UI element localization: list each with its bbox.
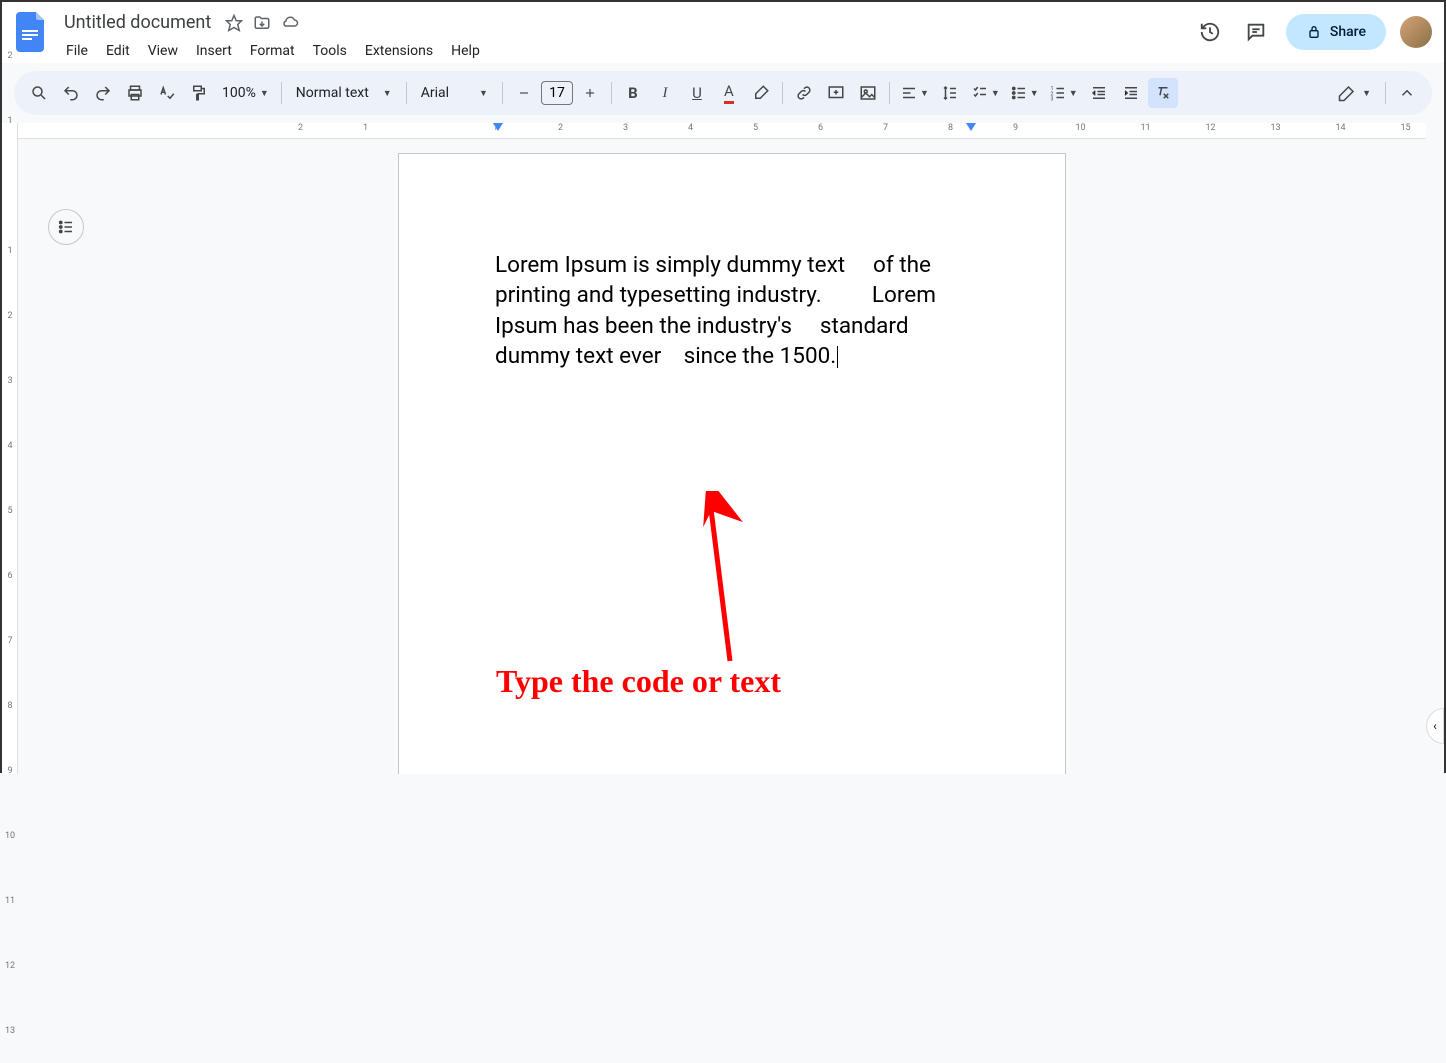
document-title[interactable]: Untitled document (58, 10, 217, 35)
menu-extensions[interactable]: Extensions (357, 39, 441, 63)
text-color-icon[interactable]: A (714, 78, 744, 108)
decrease-font-icon[interactable] (509, 78, 539, 108)
zoom-select[interactable]: 100%▼ (216, 78, 275, 108)
menu-insert[interactable]: Insert (188, 39, 240, 63)
menu-file[interactable]: File (58, 39, 96, 63)
insert-link-icon[interactable] (789, 78, 819, 108)
menubar: File Edit View Insert Format Tools Exten… (58, 35, 1194, 63)
toolbar: 100%▼ Normal text▼ Arial▼ 17 B I U A ▼ ▼… (14, 71, 1432, 115)
menu-edit[interactable]: Edit (98, 39, 138, 63)
menu-tools[interactable]: Tools (305, 39, 355, 63)
annotation-text: Type the code or text (496, 663, 781, 700)
spellcheck-icon[interactable] (152, 78, 182, 108)
horizontal-ruler: 21123456789101112131415 (18, 123, 1426, 139)
menu-view[interactable]: View (140, 39, 186, 63)
highlight-icon[interactable] (746, 78, 776, 108)
share-label: Share (1330, 24, 1366, 40)
clear-formatting-icon[interactable] (1148, 78, 1178, 108)
paragraph-style-select[interactable]: Normal text▼ (288, 78, 400, 108)
add-comment-icon[interactable] (821, 78, 851, 108)
bulleted-list-icon[interactable]: ▼ (1006, 78, 1043, 108)
align-icon[interactable]: ▼ (896, 78, 933, 108)
avatar[interactable] (1400, 16, 1432, 48)
star-icon[interactable] (225, 14, 243, 32)
document-outline-icon[interactable] (48, 209, 84, 245)
redo-icon[interactable] (88, 78, 118, 108)
search-icon[interactable] (24, 78, 54, 108)
collapse-toolbar-icon[interactable] (1392, 78, 1422, 108)
paint-format-icon[interactable] (184, 78, 214, 108)
text-cursor (837, 346, 838, 368)
print-icon[interactable] (120, 78, 150, 108)
checklist-icon[interactable]: ▼ (967, 78, 1004, 108)
share-button[interactable]: Share (1286, 14, 1386, 50)
cloud-status-icon[interactable] (281, 14, 299, 32)
move-icon[interactable] (253, 14, 271, 32)
increase-indent-icon[interactable] (1116, 78, 1146, 108)
undo-icon[interactable] (56, 78, 86, 108)
numbered-list-icon[interactable]: 123▼ (1045, 78, 1082, 108)
underline-icon[interactable]: U (682, 78, 712, 108)
decrease-indent-icon[interactable] (1084, 78, 1114, 108)
bold-icon[interactable]: B (618, 78, 648, 108)
show-side-panel-icon[interactable]: ‹ (1426, 708, 1444, 744)
document-content[interactable]: Lorem Ipsum is simply dummy text of the … (495, 250, 969, 372)
google-docs-icon[interactable] (14, 8, 50, 56)
vertical-ruler: 2112345678910111213 (2, 123, 18, 774)
menu-format[interactable]: Format (242, 39, 303, 63)
annotation-arrow (700, 491, 760, 671)
comment-icon[interactable] (1240, 16, 1272, 48)
svg-text:3: 3 (1050, 97, 1053, 103)
font-size-input[interactable]: 17 (541, 81, 573, 105)
line-spacing-icon[interactable] (935, 78, 965, 108)
font-select[interactable]: Arial▼ (413, 78, 496, 108)
increase-font-icon[interactable] (575, 78, 605, 108)
history-icon[interactable] (1194, 16, 1226, 48)
insert-image-icon[interactable] (853, 78, 883, 108)
menu-help[interactable]: Help (443, 39, 488, 63)
editing-mode-button[interactable]: ▼ (1330, 78, 1379, 108)
italic-icon[interactable]: I (650, 78, 680, 108)
